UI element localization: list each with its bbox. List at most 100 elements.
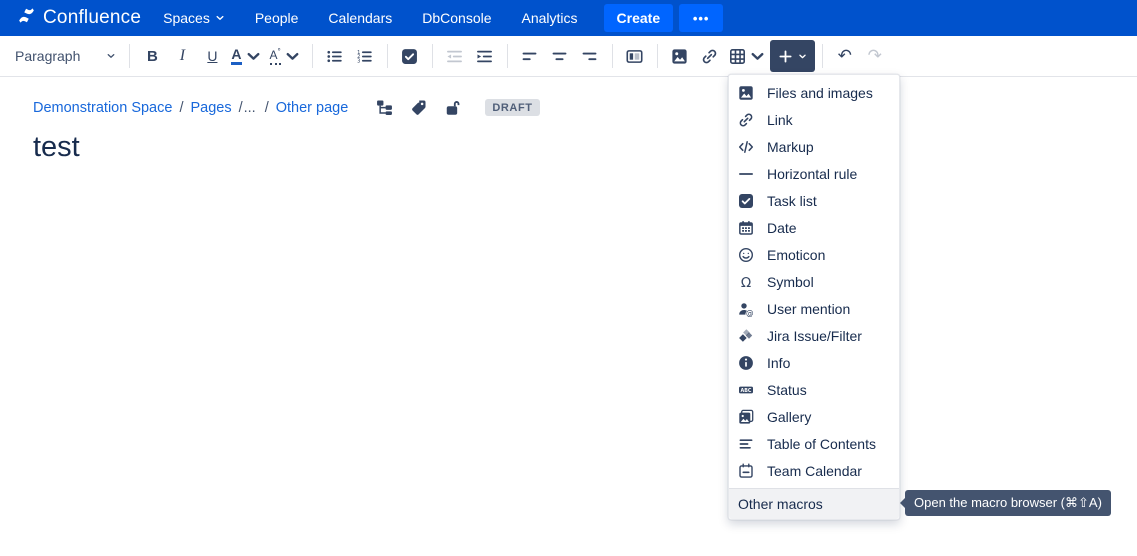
chevron-down-icon bbox=[284, 48, 301, 65]
insert-menu-item-team-calendar[interactable]: Team Calendar bbox=[729, 457, 899, 484]
indent-icon bbox=[476, 48, 493, 65]
insert-menu-item-task-list[interactable]: Task list bbox=[729, 187, 899, 214]
image-icon bbox=[671, 48, 688, 65]
insert-menu-item-status[interactable]: ABC Status bbox=[729, 376, 899, 403]
insert-menu-item-emoticon[interactable]: Emoticon bbox=[729, 241, 899, 268]
align-left-button[interactable] bbox=[515, 40, 545, 72]
image-icon bbox=[738, 85, 754, 101]
undo-button[interactable]: ↶ bbox=[830, 40, 860, 72]
insert-menu-item-markup[interactable]: Markup bbox=[729, 133, 899, 160]
page-layout-icon bbox=[626, 48, 643, 65]
insert-menu-item-label: Jira Issue/Filter bbox=[767, 328, 862, 344]
nav-item-people[interactable]: People bbox=[255, 10, 299, 26]
align-right-button[interactable] bbox=[575, 40, 605, 72]
toolbar-separator bbox=[822, 44, 823, 68]
toolbar-separator bbox=[507, 44, 508, 68]
label-icon[interactable] bbox=[410, 99, 427, 116]
nav-item-calendars[interactable]: Calendars bbox=[328, 10, 392, 26]
insert-menu-item-horizontal-rule[interactable]: Horizontal rule bbox=[729, 160, 899, 187]
insert-menu-item-symbol[interactable]: ΩSymbol bbox=[729, 268, 899, 295]
page-layout-button[interactable] bbox=[620, 40, 650, 72]
plus-icon bbox=[778, 49, 793, 64]
horizontal-rule-icon bbox=[738, 166, 754, 182]
insert-menu-item-gallery[interactable]: Gallery bbox=[729, 403, 899, 430]
page-tree-icon[interactable] bbox=[376, 99, 393, 116]
emoticon-icon bbox=[738, 247, 754, 263]
italic-icon: I bbox=[180, 47, 185, 65]
more-formatting-button[interactable]: A° bbox=[266, 40, 305, 72]
align-center-icon bbox=[551, 48, 568, 65]
table-icon bbox=[729, 48, 746, 65]
insert-menu-item-label: Info bbox=[767, 355, 790, 371]
chevron-down-icon bbox=[106, 51, 116, 61]
breadcrumb-ellipsis[interactable]: ... bbox=[244, 100, 256, 116]
text-color-icon: A bbox=[231, 47, 241, 65]
nav-more-button[interactable]: ••• bbox=[679, 4, 723, 32]
undo-icon: ↶ bbox=[838, 48, 852, 65]
redo-button: ↷ bbox=[860, 40, 890, 72]
nav-item-analytics[interactable]: Analytics bbox=[522, 10, 578, 26]
nav-item-spaces[interactable]: Spaces bbox=[163, 10, 225, 26]
numbered-list-icon: 123 bbox=[356, 48, 373, 65]
info-icon bbox=[738, 355, 754, 371]
page-title[interactable]: test bbox=[33, 131, 80, 164]
insert-menu-item-jira-issue-filter[interactable]: Jira Issue/Filter bbox=[729, 322, 899, 349]
insert-image-button[interactable] bbox=[665, 40, 695, 72]
insert-menu-item-label: Task list bbox=[767, 193, 817, 209]
insert-menu-item-files-and-images[interactable]: Files and images bbox=[729, 79, 899, 106]
nav-items: Spaces People Calendars DbConsole Analyt… bbox=[163, 10, 577, 26]
insert-menu-item-label: Emoticon bbox=[767, 247, 825, 263]
create-button[interactable]: Create bbox=[604, 4, 674, 32]
underline-button[interactable]: U bbox=[197, 40, 227, 72]
toolbar-separator bbox=[387, 44, 388, 68]
toolbar-separator bbox=[657, 44, 658, 68]
svg-text:@: @ bbox=[746, 308, 754, 317]
italic-button[interactable]: I bbox=[167, 40, 197, 72]
insert-menu-item-label: Status bbox=[767, 382, 807, 398]
macro-browser-tooltip: Open the macro browser (⌘⇧A) bbox=[905, 490, 1111, 516]
jira-icon bbox=[738, 328, 754, 344]
logo-text: Confluence bbox=[43, 7, 141, 29]
team-calendar-icon bbox=[738, 463, 754, 479]
insert-link-button[interactable] bbox=[695, 40, 725, 72]
numbered-list-button[interactable]: 123 bbox=[350, 40, 380, 72]
bullet-list-button[interactable] bbox=[320, 40, 350, 72]
symbol-icon: Ω bbox=[738, 274, 754, 290]
insert-menu-item-label: Horizontal rule bbox=[767, 166, 857, 182]
nav-item-dbconsole[interactable]: DbConsole bbox=[422, 10, 491, 26]
block-style-select[interactable]: Paragraph bbox=[13, 48, 122, 64]
editor-toolbar: Paragraph B I U A A° 123 bbox=[0, 36, 1137, 77]
toc-icon bbox=[738, 436, 754, 452]
insert-menu-item-date[interactable]: Date bbox=[729, 214, 899, 241]
insert-menu: Files and images LinkMarkup Horizontal rul… bbox=[728, 74, 900, 520]
insert-menu-item-user-mention[interactable]: @User mention bbox=[729, 295, 899, 322]
task-list-button[interactable] bbox=[395, 40, 425, 72]
bold-icon: B bbox=[147, 48, 158, 65]
toolbar-separator bbox=[432, 44, 433, 68]
svg-text:Ω: Ω bbox=[741, 274, 751, 289]
breadcrumb-link-pages[interactable]: Pages bbox=[190, 100, 231, 116]
underline-icon: U bbox=[207, 48, 217, 64]
insert-plus-button[interactable] bbox=[770, 40, 815, 72]
align-right-icon bbox=[581, 48, 598, 65]
toolbar-separator bbox=[612, 44, 613, 68]
insert-menu-item-label: Files and images bbox=[767, 85, 873, 101]
insert-table-button[interactable] bbox=[725, 40, 770, 72]
breadcrumb-separator: / bbox=[239, 100, 243, 116]
insert-menu-list: Files and images LinkMarkup Horizontal rul… bbox=[729, 79, 899, 484]
align-center-button[interactable] bbox=[545, 40, 575, 72]
insert-menu-item-label: Date bbox=[767, 220, 797, 236]
breadcrumb-link-other-page[interactable]: Other page bbox=[276, 100, 349, 116]
insert-menu-item-link[interactable]: Link bbox=[729, 106, 899, 133]
confluence-logo[interactable]: Confluence bbox=[18, 7, 141, 29]
indent-button[interactable] bbox=[470, 40, 500, 72]
insert-menu-item-other-macros[interactable]: Other macros bbox=[729, 488, 899, 519]
unlock-icon[interactable] bbox=[444, 99, 461, 116]
status-icon: ABC bbox=[738, 382, 754, 398]
text-color-button[interactable]: A bbox=[227, 40, 265, 72]
bold-button[interactable]: B bbox=[137, 40, 167, 72]
insert-menu-item-info[interactable]: Info bbox=[729, 349, 899, 376]
insert-menu-item-label: Team Calendar bbox=[767, 463, 862, 479]
breadcrumb-link-space[interactable]: Demonstration Space bbox=[33, 100, 172, 116]
insert-menu-item-table-of-contents[interactable]: Table of Contents bbox=[729, 430, 899, 457]
